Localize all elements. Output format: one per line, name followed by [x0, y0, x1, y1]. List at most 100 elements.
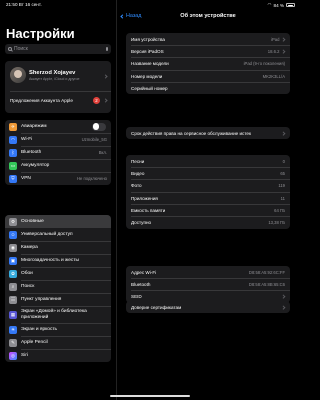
device-info-group: Имя устройства iPad Версия iPadOS 18.6.2… [126, 33, 290, 95]
wifi-status-icon: ◠ [267, 2, 272, 7]
bluetooth-value: Вкл. [98, 150, 107, 155]
row-value: 13,38 ГБ [268, 220, 285, 226]
available-row: Доступно 13,38 ГБ [126, 216, 290, 228]
apple-account-card[interactable]: Sherzod Xojayev Аккаунт Apple, iCloud и … [5, 61, 111, 113]
battery-icon: ▭ [9, 161, 17, 170]
sidebar-item-wallpaper[interactable]: ✿ Обои [5, 267, 111, 280]
sidebar-item-label: Камера [21, 245, 38, 250]
sidebar-item-airplane-mode[interactable]: ✈ Авиарежим [5, 120, 111, 133]
sidebar-item-label: Apple Pencil [21, 340, 48, 345]
row-label: Фото [131, 183, 142, 189]
connectivity-group: ✈ Авиарежим ◠ Wi-Fi Uzmobile_5G ᛒ Blueto… [5, 120, 111, 185]
sidebar-item-bluetooth[interactable]: ᛒ Bluetooth Вкл. [5, 146, 111, 159]
sidebar-item-label: Пункт управления [21, 297, 62, 302]
row-value: 11 [280, 195, 285, 201]
sidebar-item-battery[interactable]: ▭ Аккумулятор [5, 159, 111, 172]
siri-icon: ◎ [9, 351, 17, 360]
model-number-row: Номер модели MK2K3LL/A [126, 70, 290, 83]
warranty-row[interactable]: Срок действия права на сервисное обслужи… [126, 127, 290, 139]
sidebar-item-label: Универсальный доступ [21, 232, 73, 237]
row-label: Версия iPadOS [131, 48, 164, 54]
sidebar-item-display-brightness[interactable]: ☀ Экран и яркость [5, 323, 111, 336]
sidebar-item-home-screen[interactable]: ▦ Экран «Домой» и библиотека приложений [5, 306, 111, 323]
wifi-address-row: Адрес Wi-Fi D8:58:A5:92:6C:FF [126, 266, 290, 279]
settings-sidebar: Настройки Поиск Sherzod Xojayev Аккаунт … [0, 0, 116, 400]
chevron-right-icon [281, 49, 286, 54]
sidebar-item-search[interactable]: ⌕ Поиск [5, 280, 111, 293]
home-screen-icon: ▦ [9, 310, 17, 319]
certificate-trust-row[interactable]: Доверие сертификатам [126, 301, 290, 313]
brightness-icon: ☀ [9, 325, 17, 334]
row-value: D8:58:A5:8B:65:C6 [248, 281, 285, 287]
avatar [10, 67, 26, 83]
serial-number-row: Серийный номер [126, 82, 290, 94]
account-suggestions-link[interactable]: Предложения Аккаунта Apple [10, 98, 73, 103]
sidebar-item-label: Экран «Домой» и библиотека приложений [21, 309, 87, 320]
sidebar-item-camera[interactable]: ◉ Камера [5, 241, 111, 254]
chevron-right-icon [103, 98, 108, 103]
status-time: 21:50 Вт 16 сент. [6, 2, 42, 7]
sidebar-item-label: Многозадачность и жесты [21, 258, 79, 263]
sidebar-item-apple-pencil[interactable]: ✎ Apple Pencil [5, 336, 111, 349]
page-title: Об этом устройстве [180, 13, 236, 19]
ipados-version-row[interactable]: Версия iPadOS 18.6.2 [126, 45, 290, 58]
sidebar-item-label: Основные [21, 219, 44, 224]
bluetooth-address-row: Bluetooth D8:58:A5:8B:65:C6 [126, 278, 290, 291]
row-value: 0 [282, 158, 285, 164]
row-label: Адрес Wi-Fi [131, 269, 157, 275]
account-name: Sherzod Xojayev [29, 70, 76, 76]
row-label: Доверие сертификатам [131, 304, 182, 310]
sidebar-item-label: Wi-Fi [21, 137, 33, 142]
apps-row: Приложения 11 [126, 192, 290, 205]
row-value: 64 ГБ [274, 207, 285, 213]
capacity-row: Емкость памяти 64 ГБ [126, 204, 290, 217]
sidebar-item-label: Поиск [21, 284, 35, 289]
sidebar-item-label: Обои [21, 271, 33, 276]
search-icon: ⌕ [9, 282, 17, 291]
wifi-network-value: Uzmobile_5G [81, 137, 107, 142]
chevron-right-icon [281, 131, 286, 135]
chevron-right-icon [281, 294, 286, 299]
sidebar-title: Настройки [6, 26, 75, 41]
row-label: Емкость памяти [131, 207, 166, 213]
sidebar-item-multitasking[interactable]: ▣ Многозадачность и жесты [5, 254, 111, 267]
notification-badge: 2 [93, 97, 100, 104]
account-subtitle: Аккаунт Apple, iCloud и другое [29, 77, 80, 81]
airplane-mode-toggle[interactable] [92, 122, 106, 131]
sidebar-item-label: Siri [21, 353, 28, 358]
sidebar-item-general[interactable]: ⚙ Основные [5, 215, 111, 228]
chevron-right-icon [103, 74, 108, 79]
battery-status-icon [286, 3, 295, 7]
row-value: D8:58:A5:92:6C:FF [248, 269, 285, 275]
chevron-right-icon [281, 37, 286, 41]
row-label: Имя устройства [131, 36, 165, 42]
warranty-group: Срок действия права на сервисное обслужи… [126, 127, 290, 140]
home-indicator[interactable] [110, 395, 190, 397]
sidebar-item-label: Аккумулятор [21, 163, 50, 168]
row-label: Bluetooth [131, 281, 151, 287]
row-label: Видео [131, 170, 145, 176]
row-label: SEID [131, 294, 142, 300]
bluetooth-icon: ᛒ [9, 148, 17, 157]
multitasking-icon: ▣ [9, 256, 17, 265]
sidebar-item-vpn[interactable]: ⛨ VPN Не подключено [5, 172, 111, 185]
general-group: ⚙ Основные ☺ Универсальный доступ ◉ Каме… [5, 215, 111, 362]
sidebar-item-siri[interactable]: ◎ Siri [5, 349, 111, 362]
wifi-icon: ◠ [9, 135, 17, 144]
row-value: MK2K3LL/A [262, 73, 285, 79]
model-name-row: Название модели iPad (9-го поколения) [126, 58, 290, 70]
row-label: Название модели [131, 61, 169, 67]
sidebar-item-wifi[interactable]: ◠ Wi-Fi Uzmobile_5G [5, 133, 111, 146]
row-value: iPad (9-го поколения) [243, 61, 285, 67]
sidebar-item-control-center[interactable]: ☷ Пункт управления [5, 293, 111, 306]
microphone-icon[interactable] [105, 47, 108, 51]
device-name-row[interactable]: Имя устройства iPad [126, 33, 290, 46]
sidebar-item-accessibility[interactable]: ☺ Универсальный доступ [5, 228, 111, 241]
accessibility-icon: ☺ [9, 230, 17, 239]
divider [10, 91, 111, 92]
search-icon [8, 47, 12, 51]
row-label: Доступно [131, 220, 152, 226]
row-value: 65 [280, 170, 285, 176]
search-field[interactable]: Поиск [5, 44, 111, 54]
videos-row: Видео 65 [126, 167, 290, 180]
